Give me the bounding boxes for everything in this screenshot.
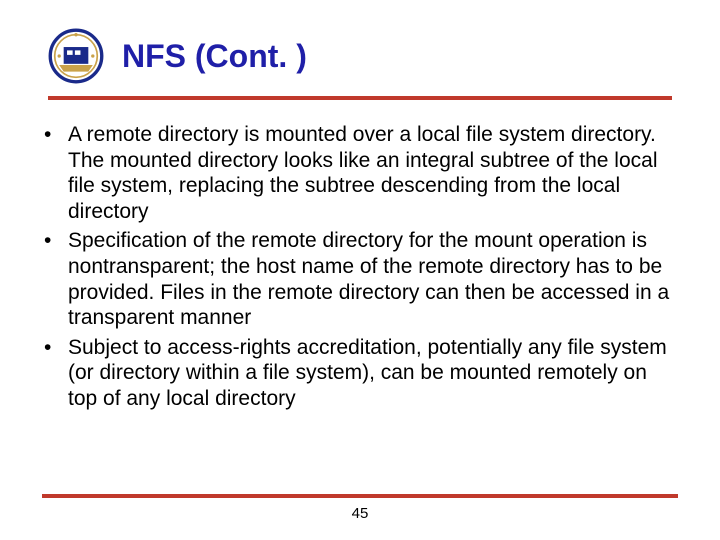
list-item: Specification of the remote directory fo… [42, 228, 678, 330]
bullet-text: Specification of the remote directory fo… [68, 229, 669, 329]
bullet-text: Subject to access-rights accreditation, … [68, 336, 667, 410]
bullet-text: A remote directory is mounted over a loc… [68, 123, 658, 223]
slide-body: A remote directory is mounted over a loc… [0, 100, 720, 412]
footer-divider [42, 494, 678, 498]
slide: NFS (Cont. ) A remote directory is mount… [0, 0, 720, 540]
header-divider [48, 96, 672, 100]
slide-title: NFS (Cont. ) [122, 38, 307, 75]
slide-header: NFS (Cont. ) [0, 0, 720, 100]
title-row: NFS (Cont. ) [48, 28, 672, 84]
page-number: 45 [0, 505, 720, 522]
bullet-list: A remote directory is mounted over a loc… [42, 122, 678, 412]
list-item: Subject to access-rights accreditation, … [42, 335, 678, 412]
institution-logo-icon [48, 28, 104, 84]
list-item: A remote directory is mounted over a loc… [42, 122, 678, 224]
